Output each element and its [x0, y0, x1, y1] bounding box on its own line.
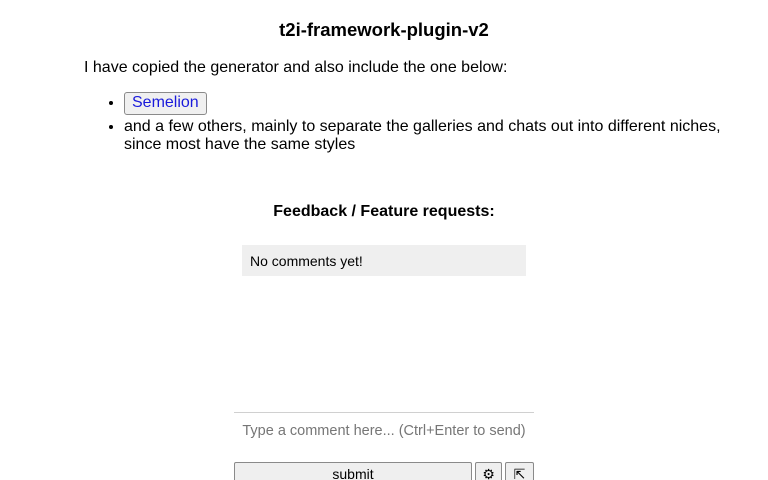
- list-item: Semelion: [124, 92, 724, 115]
- settings-button[interactable]: ⚙: [475, 462, 502, 480]
- no-comments-message: No comments yet!: [250, 253, 363, 269]
- generator-list: Semelion and a few others, mainly to sep…: [84, 92, 724, 157]
- expand-arrow-icon: ⇱: [513, 467, 526, 480]
- intro-text: I have copied the generator and also inc…: [84, 59, 508, 76]
- gear-icon: ⚙: [482, 467, 495, 480]
- list-item: and a few others, mainly to separate the…: [124, 118, 724, 154]
- feedback-heading: Feedback / Feature requests:: [273, 203, 495, 220]
- divider: [234, 412, 534, 413]
- comment-input[interactable]: [234, 418, 534, 444]
- expand-button[interactable]: ⇱: [505, 462, 534, 480]
- submit-button[interactable]: submit: [234, 462, 472, 480]
- comments-list: No comments yet!: [242, 245, 526, 276]
- semelion-link[interactable]: Semelion: [124, 92, 207, 115]
- page: t2i-framework-plugin-v2 I have copied th…: [0, 0, 768, 480]
- page-title: t2i-framework-plugin-v2: [279, 19, 489, 40]
